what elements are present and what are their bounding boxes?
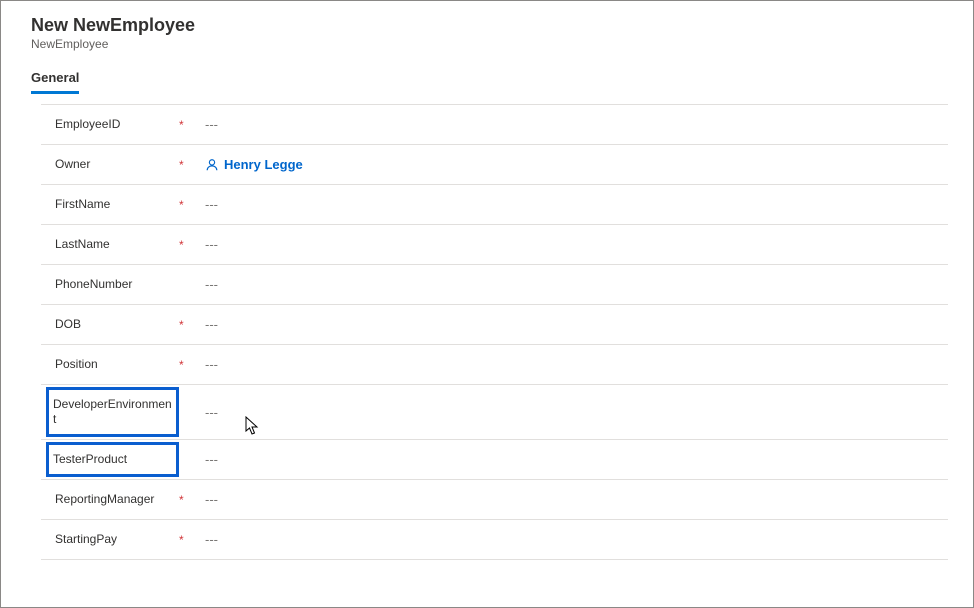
owner-person-link[interactable]: Henry Legge (205, 157, 303, 172)
field-input-dob[interactable]: --- (197, 317, 948, 332)
field-input-owner[interactable]: Henry Legge (197, 157, 948, 172)
field-input-first-name[interactable]: --- (197, 197, 948, 212)
field-reporting-manager: ReportingManager * --- (41, 480, 948, 520)
field-label: DOB (41, 307, 179, 342)
page-header: New NewEmployee NewEmployee (1, 1, 973, 55)
required-marker: * (179, 318, 197, 332)
field-label: PhoneNumber (41, 267, 179, 302)
field-position: Position * --- (41, 345, 948, 385)
field-developer-env: DeveloperEnvironment --- (41, 385, 948, 440)
field-dob: DOB * --- (41, 305, 948, 345)
field-input-reporting-manager[interactable]: --- (197, 492, 948, 507)
required-marker: * (179, 238, 197, 252)
field-last-name: LastName * --- (41, 225, 948, 265)
page-subtitle: NewEmployee (31, 37, 973, 51)
owner-name: Henry Legge (224, 157, 303, 172)
required-marker: * (179, 158, 197, 172)
field-employee-id: EmployeeID * --- (41, 105, 948, 145)
field-input-tester-product[interactable]: --- (197, 452, 948, 467)
required-marker: * (179, 358, 197, 372)
field-input-developer-env[interactable]: --- (197, 405, 948, 420)
field-label: StartingPay (41, 522, 179, 557)
field-label: DeveloperEnvironment (46, 387, 179, 437)
field-starting-pay: StartingPay * --- (41, 520, 948, 560)
field-label: Position (41, 347, 179, 382)
field-input-position[interactable]: --- (197, 357, 948, 372)
field-label: LastName (41, 227, 179, 262)
field-tester-product: TesterProduct --- (41, 440, 948, 480)
field-label: EmployeeID (41, 107, 179, 142)
form-container: New NewEmployee NewEmployee General Empl… (0, 0, 974, 608)
field-label: TesterProduct (46, 442, 179, 477)
field-label: ReportingManager (41, 482, 179, 517)
tab-bar: General (1, 55, 973, 94)
required-marker: * (179, 198, 197, 212)
field-input-starting-pay[interactable]: --- (197, 532, 948, 547)
required-marker: * (179, 493, 197, 507)
required-marker: * (179, 118, 197, 132)
field-phone-number: PhoneNumber --- (41, 265, 948, 305)
person-icon (205, 158, 219, 172)
field-label: FirstName (41, 187, 179, 222)
field-first-name: FirstName * --- (41, 185, 948, 225)
field-input-last-name[interactable]: --- (197, 237, 948, 252)
tab-general[interactable]: General (31, 70, 79, 94)
field-label: Owner (41, 147, 179, 182)
field-input-employee-id[interactable]: --- (197, 117, 948, 132)
page-title: New NewEmployee (31, 15, 973, 36)
required-marker: * (179, 533, 197, 547)
field-input-phone-number[interactable]: --- (197, 277, 948, 292)
field-owner: Owner * Henry Legge (41, 145, 948, 185)
form-area: EmployeeID * --- Owner * Henry Legge Fir… (41, 104, 948, 560)
